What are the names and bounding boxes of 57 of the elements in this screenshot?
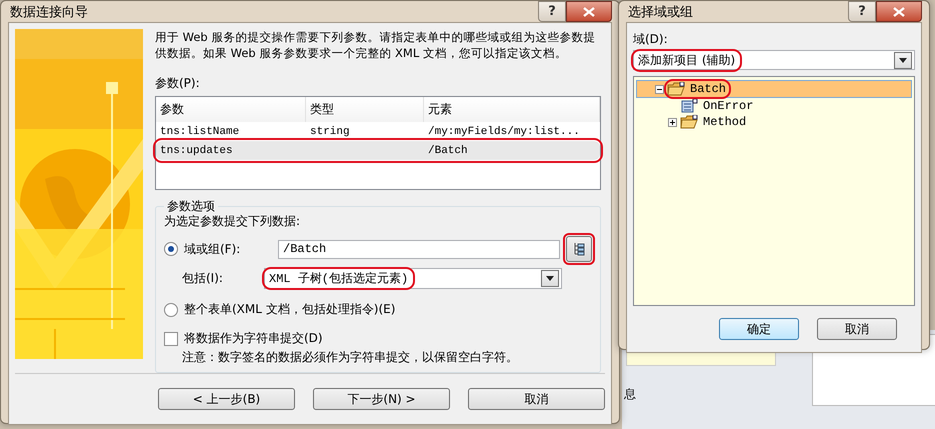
- close-button[interactable]: [566, 1, 612, 22]
- cancel-button[interactable]: 取消: [817, 318, 897, 340]
- column-header[interactable]: 类型: [306, 97, 424, 122]
- node-label: Method: [702, 115, 748, 129]
- table-cell: /Batch: [428, 144, 468, 156]
- tree-button[interactable]: [566, 236, 592, 262]
- close-button[interactable]: [876, 1, 922, 22]
- node-label: OnError: [702, 99, 754, 113]
- radio-button[interactable]: [164, 242, 178, 256]
- expand-icon[interactable]: [668, 118, 677, 126]
- include-dropdown[interactable]: XML 子树(包括选定元素): [264, 268, 562, 289]
- window-title: 数据连接向导: [9, 4, 88, 20]
- description-text: 用于 Web 服务的提交操作需要下列参数。请指定表单中的哪些域或组为这些参数提供数据。如果 Web 服务参数要求一个完整的 XML 文档，您可以指定该文档。: [155, 29, 596, 61]
- table-cell: tns:updates: [160, 144, 233, 156]
- tree-node[interactable]: OnError: [634, 98, 914, 114]
- radio-label: 整个表单(XML 文档，包括处理指令)(E): [184, 301, 396, 318]
- field-input[interactable]: /Batch: [278, 240, 560, 258]
- radio-button[interactable]: [164, 302, 178, 316]
- note-text: 注意：数字签名的数据必须作为字符串提交，以保留空白字符。: [181, 349, 519, 366]
- field-dropdown[interactable]: 添加新项目 (辅助): [633, 50, 915, 70]
- column-header[interactable]: 参数: [156, 97, 306, 122]
- group-label: 参数选项: [166, 198, 216, 215]
- column-header[interactable]: 元素: [424, 97, 600, 122]
- ok-button[interactable]: 确定: [719, 318, 799, 340]
- folder-icon: [680, 115, 698, 129]
- table-cell: /my:myFields/my:list...: [428, 126, 580, 138]
- tree-node[interactable]: Batch: [636, 80, 912, 98]
- wizard-button[interactable]: < 上一步(B): [158, 388, 295, 410]
- help-button[interactable]: ?: [848, 1, 876, 22]
- caret-icon: [546, 276, 554, 281]
- help-button[interactable]: ?: [538, 1, 566, 22]
- radio-label: 域或组(F):: [184, 240, 242, 258]
- tree-node[interactable]: Method: [634, 114, 914, 130]
- dropdown-button[interactable]: [894, 52, 912, 68]
- collapse-icon[interactable]: [655, 84, 664, 94]
- wizard-button[interactable]: 下一步(N) >: [313, 388, 450, 410]
- table-cell: string: [310, 126, 350, 138]
- window-title: 选择域或组: [627, 4, 693, 20]
- cancel-button[interactable]: 取消: [468, 388, 605, 410]
- document-icon: [680, 99, 698, 113]
- folder-icon: [667, 82, 685, 96]
- parameters-label: 参数(P):: [155, 75, 201, 92]
- table-row[interactable]: tns:listName string /my:myFields/my:list...: [156, 122, 600, 141]
- field-label: 域(D):: [633, 31, 669, 48]
- tree-icon: [573, 242, 585, 256]
- table-row[interactable]: tns:updates /Batch: [156, 141, 600, 160]
- include-label: 包括(I):: [182, 270, 224, 287]
- caret-icon: [899, 58, 907, 62]
- node-label: Batch: [689, 82, 728, 96]
- dropdown-button[interactable]: [541, 270, 559, 287]
- prompt-text: 为选定参数提交下列数据:: [164, 213, 302, 230]
- checkbox[interactable]: [164, 332, 178, 346]
- close-icon: [893, 6, 905, 16]
- checkbox-label: 将数据作为字符串提交(D): [184, 330, 323, 347]
- close-icon: [583, 6, 595, 16]
- table-cell: tns:listName: [160, 126, 240, 138]
- panel-label: 息: [624, 386, 637, 403]
